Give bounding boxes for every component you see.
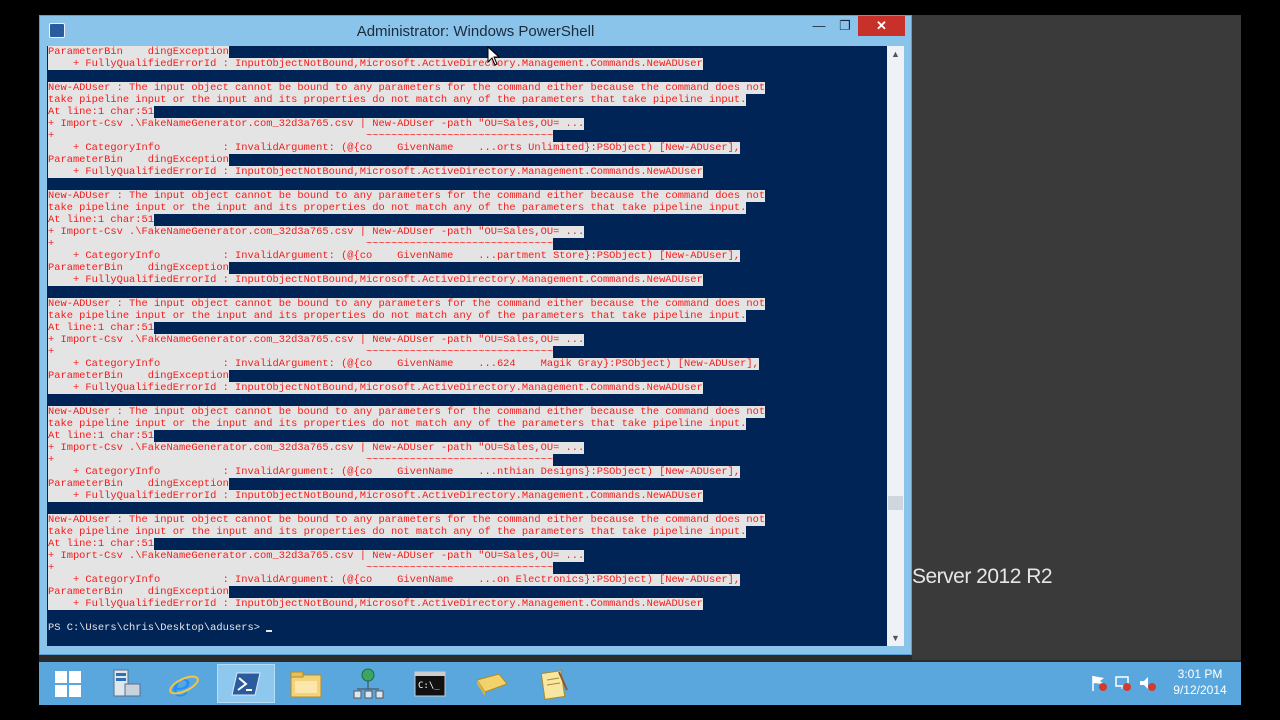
server-manager-icon [113, 669, 141, 696]
console-error-line [48, 178, 765, 190]
file-explorer-icon [290, 671, 322, 697]
console-error-line [48, 502, 765, 514]
desktop: Server 2012 R2 Administrator: Windows Po… [39, 15, 1241, 705]
taskbar-server-manager[interactable] [97, 664, 155, 703]
taskbar-file-explorer[interactable] [277, 664, 335, 703]
console-error-line: At line:1 char:51 [48, 538, 155, 550]
svg-text:C:\_: C:\_ [418, 681, 440, 691]
clock-date: 9/12/2014 [1173, 683, 1227, 697]
minimize-button[interactable]: — [806, 16, 832, 36]
notepad-icon [540, 669, 568, 700]
text-cursor [266, 630, 273, 632]
window-title: Administrator: Windows PowerShell [356, 23, 595, 40]
console-error-line: + ~~~~~~~~~~~~~~~~~~~~~~~~~~~~~~ [48, 130, 554, 142]
console-error-line: ParameterBin dingException [48, 478, 229, 490]
console-error-line: + ~~~~~~~~~~~~~~~~~~~~~~~~~~~~~~ [48, 238, 554, 250]
console-error-line: + ~~~~~~~~~~~~~~~~~~~~~~~~~~~~~~ [48, 562, 554, 574]
console-error-line: + FullyQualifiedErrorId : InputObjectNot… [48, 274, 703, 286]
console-error-line: New-ADUser : The input object cannot be … [48, 82, 766, 94]
windows-logo-icon [55, 670, 81, 697]
console-error-line: ParameterBin dingException [48, 154, 229, 166]
command-prompt-icon: C:\_ [414, 671, 446, 696]
desktop-background [912, 15, 1241, 660]
console-error-line [48, 394, 765, 406]
scroll-down-arrow-icon[interactable]: ▼ [887, 630, 904, 646]
console-error-line: At line:1 char:51 [48, 430, 155, 442]
console-error-line: + CategoryInfo : InvalidArgument: (@{co … [48, 358, 759, 370]
console-error-line: ParameterBin dingException [48, 370, 229, 382]
console-error-line: New-ADUser : The input object cannot be … [48, 514, 766, 526]
console-error-line: take pipeline input or the input and its… [48, 202, 747, 214]
console-error-line: take pipeline input or the input and its… [48, 526, 747, 538]
console-error-line: + Import-Csv .\FakeNameGenerator.com_32d… [48, 550, 585, 562]
prompt-text: PS C:\Users\chris\Desktop\adusers> [48, 622, 267, 634]
console-error-line: + Import-Csv .\FakeNameGenerator.com_32d… [48, 334, 585, 346]
taskbar-powershell[interactable] [217, 664, 275, 703]
volume-muted-icon[interactable] [1138, 674, 1156, 692]
console-error-line: ParameterBin dingException [48, 586, 229, 598]
title-bar[interactable]: Administrator: Windows PowerShell — ❐ ✕ [40, 16, 911, 46]
close-button[interactable]: ✕ [858, 16, 905, 36]
taskbar-command-prompt[interactable]: C:\_ [401, 664, 459, 703]
internet-explorer-icon: e [169, 667, 199, 701]
console-error-line: + Import-Csv .\FakeNameGenerator.com_32d… [48, 226, 585, 238]
console-error-line: At line:1 char:51 [48, 106, 155, 118]
console-error-line [48, 70, 765, 82]
console-error-line: + FullyQualifiedErrorId : InputObjectNot… [48, 490, 703, 502]
console-error-line: take pipeline input or the input and its… [48, 94, 747, 106]
taskbar-network[interactable] [339, 664, 397, 703]
powershell-icon [231, 672, 261, 695]
action-center-flag-icon[interactable] [1090, 674, 1108, 692]
console-error-line: At line:1 char:51 [48, 214, 155, 226]
taskbar-folder[interactable] [463, 664, 521, 703]
console-error-line: New-ADUser : The input object cannot be … [48, 298, 766, 310]
clock-time: 3:01 PM [1177, 667, 1223, 681]
console-error-line: New-ADUser : The input object cannot be … [48, 406, 766, 418]
console-error-line: + ~~~~~~~~~~~~~~~~~~~~~~~~~~~~~~ [48, 346, 554, 358]
console-error-line: At line:1 char:51 [48, 322, 155, 334]
taskbar-notepad[interactable] [525, 664, 583, 703]
system-clock[interactable]: 3:01 PM 9/12/2014 [1166, 666, 1234, 698]
taskbar-internet-explorer[interactable]: e [155, 664, 213, 703]
server-watermark: Server 2012 R2 [912, 565, 1053, 588]
console-error-line [48, 286, 765, 298]
console-error-line: ParameterBin dingException [48, 46, 229, 58]
console-error-line: + CategoryInfo : InvalidArgument: (@{co … [48, 142, 741, 154]
console-error-line [48, 610, 765, 622]
console-error-line: + FullyQualifiedErrorId : InputObjectNot… [48, 598, 703, 610]
powershell-window: Administrator: Windows PowerShell — ❐ ✕ … [39, 15, 912, 655]
console-error-line: + CategoryInfo : InvalidArgument: (@{co … [48, 250, 741, 262]
mouse-cursor-icon [487, 46, 501, 66]
maximize-button[interactable]: ❐ [832, 16, 858, 36]
console-output[interactable]: ParameterBin dingException + FullyQualif… [47, 46, 887, 646]
console-error-line: take pipeline input or the input and its… [48, 418, 747, 430]
console-error-line: + FullyQualifiedErrorId : InputObjectNot… [48, 382, 703, 394]
console-error-line: + CategoryInfo : InvalidArgument: (@{co … [48, 466, 741, 478]
taskbar: e C:\_ 3:01 PM 9/12/2014 [39, 662, 1241, 705]
vertical-scrollbar[interactable]: ▲ ▼ [887, 46, 904, 646]
console-error-line: New-ADUser : The input object cannot be … [48, 190, 766, 202]
console-error-line: take pipeline input or the input and its… [48, 310, 747, 322]
scroll-up-arrow-icon[interactable]: ▲ [887, 46, 904, 62]
scroll-thumb[interactable] [888, 496, 903, 510]
console-error-line: + ~~~~~~~~~~~~~~~~~~~~~~~~~~~~~~ [48, 454, 554, 466]
folder-icon [476, 672, 508, 696]
console-error-line: + Import-Csv .\FakeNameGenerator.com_32d… [48, 442, 585, 454]
network-icon [353, 668, 384, 698]
console-error-line: ParameterBin dingException [48, 262, 229, 274]
console-error-line: + FullyQualifiedErrorId : InputObjectNot… [48, 166, 703, 178]
start-button[interactable] [39, 664, 97, 703]
console-error-line: + Import-Csv .\FakeNameGenerator.com_32d… [48, 118, 585, 130]
console-error-line: + CategoryInfo : InvalidArgument: (@{co … [48, 574, 741, 586]
console-lines: ParameterBin dingException + FullyQualif… [48, 46, 766, 634]
network-status-icon[interactable] [1114, 674, 1132, 692]
console-prompt[interactable]: PS C:\Users\chris\Desktop\adusers> [48, 622, 765, 634]
console-error-line: + FullyQualifiedErrorId : InputObjectNot… [48, 58, 703, 70]
